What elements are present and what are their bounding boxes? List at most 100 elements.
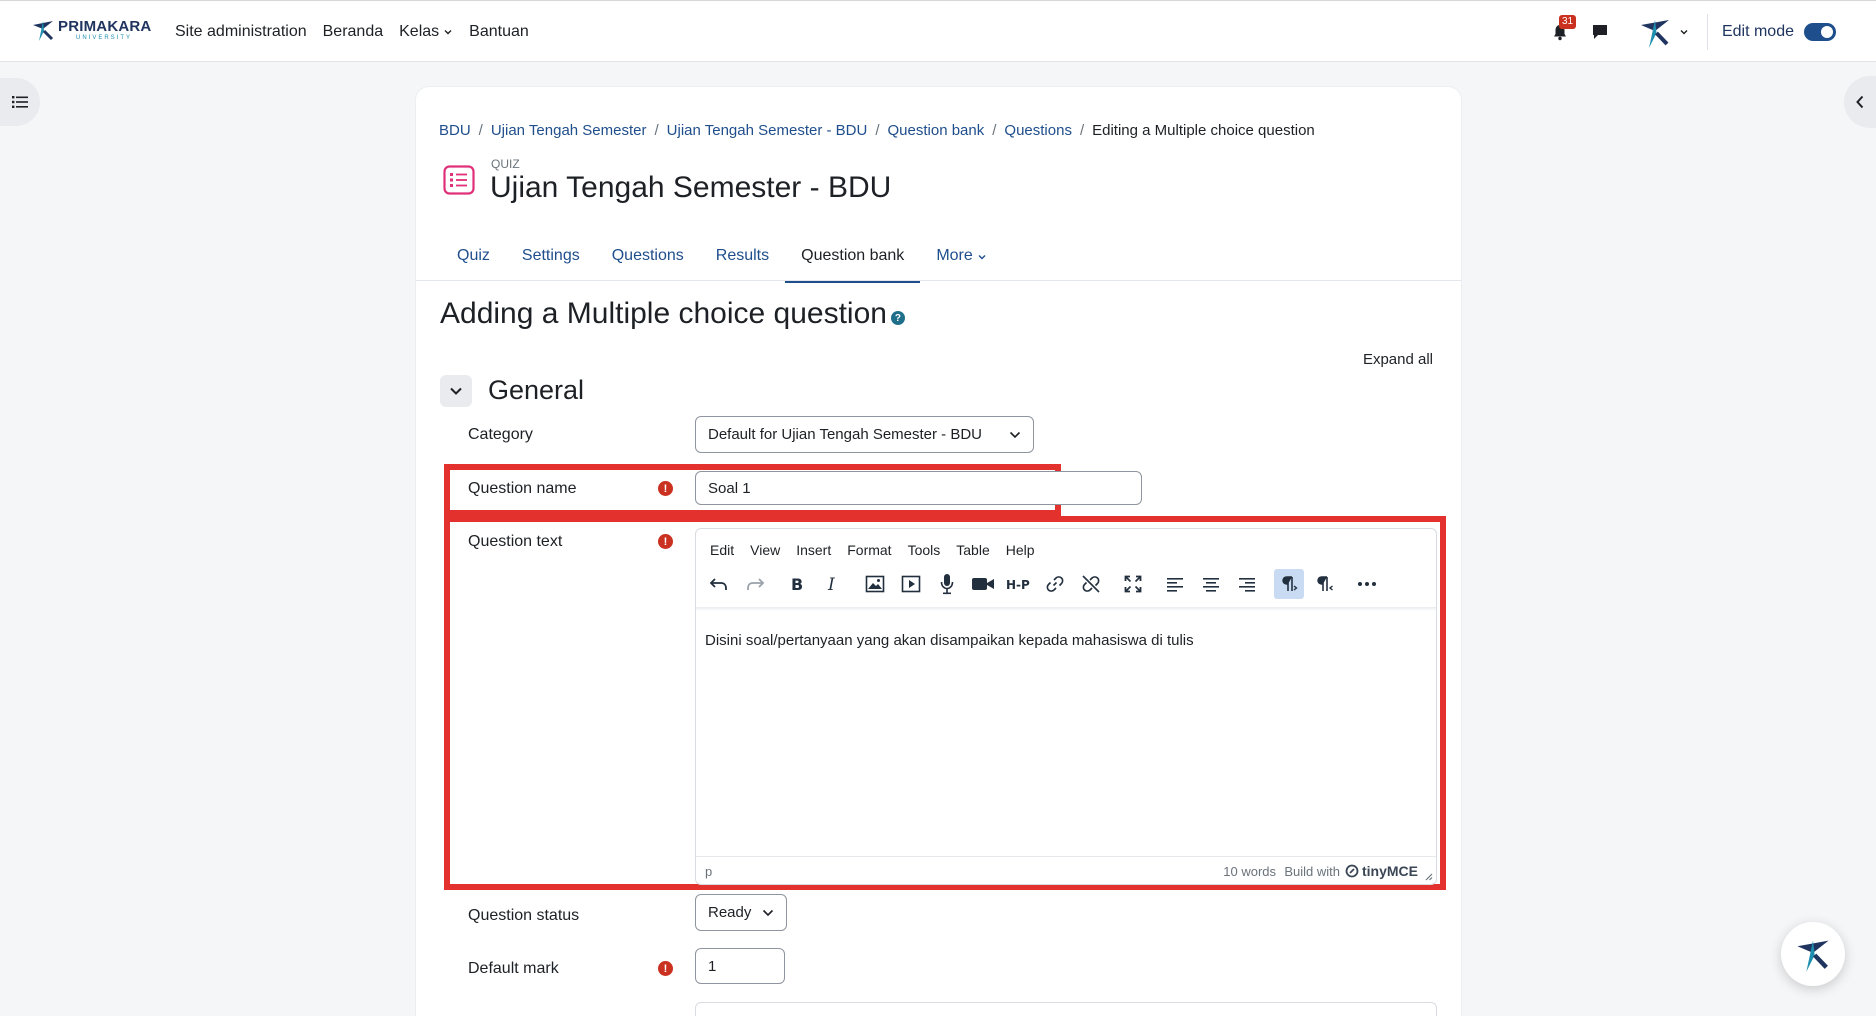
breadcrumb-quiz[interactable]: Ujian Tengah Semester - BDU (667, 122, 868, 139)
unlink-button[interactable] (1076, 569, 1106, 599)
tinymce-brand-name: tinyMCE (1362, 863, 1418, 879)
align-right-icon (1239, 578, 1255, 592)
nav-kelas-label: Kelas (399, 23, 440, 40)
record-video-button[interactable] (968, 569, 998, 599)
italic-button[interactable]: I (818, 569, 848, 599)
align-right-button[interactable] (1232, 569, 1262, 599)
microphone-icon (940, 574, 954, 595)
breadcrumb-separator: / (478, 122, 483, 139)
required-icon: ! (658, 534, 673, 549)
required-icon: ! (658, 961, 673, 976)
next-field-editor-partial (695, 1002, 1437, 1016)
brand-sub: UNIVERSITY (76, 35, 133, 41)
breadcrumb-questions[interactable]: Questions (1004, 122, 1072, 139)
breadcrumb-bdu[interactable]: BDU (439, 122, 471, 139)
help-icon[interactable]: ? (890, 311, 905, 325)
editor-menu-edit[interactable]: Edit (702, 537, 742, 563)
rtl-direction-button[interactable] (1310, 569, 1340, 599)
ltr-direction-button[interactable] (1274, 569, 1304, 599)
redo-button[interactable] (740, 569, 770, 599)
general-section-title: General (488, 375, 585, 405)
floating-assistant-button[interactable] (1781, 922, 1845, 986)
record-audio-button[interactable] (932, 569, 962, 599)
resize-handle-icon[interactable] (1424, 872, 1433, 881)
tab-results[interactable]: Results (700, 237, 785, 283)
element-path[interactable]: p (705, 864, 712, 879)
general-collapse-button[interactable] (440, 375, 472, 407)
required-icon: ! (658, 481, 673, 496)
course-index-drawer-toggle[interactable] (0, 78, 40, 126)
chevron-down-icon (762, 909, 774, 916)
edit-mode-switch[interactable] (1804, 23, 1836, 41)
breadcrumb-current: Editing a Multiple choice question (1092, 122, 1315, 139)
tab-question-bank[interactable]: Question bank (785, 237, 921, 283)
tab-more-label: More (936, 247, 973, 264)
h5p-button[interactable]: H-P (1004, 569, 1034, 599)
editor-menu-help[interactable]: Help (998, 537, 1043, 563)
undo-icon (709, 578, 727, 590)
align-center-button[interactable] (1196, 569, 1226, 599)
editor-menu-format[interactable]: Format (839, 537, 899, 563)
more-horizontal-icon (1358, 582, 1376, 586)
tinymce-branding[interactable]: Build with tinyMCE (1284, 863, 1418, 879)
category-label: Category (468, 426, 533, 443)
tab-settings[interactable]: Settings (506, 237, 596, 283)
question-status-select[interactable]: Ready (695, 894, 787, 931)
edit-mode-toggle[interactable]: Edit mode (1722, 23, 1836, 41)
page-title: Ujian Tengah Semester - BDU (490, 171, 892, 204)
default-mark-label: Default mark (468, 960, 559, 977)
fullscreen-button[interactable] (1118, 569, 1148, 599)
undo-button[interactable] (704, 569, 734, 599)
editor-menu-insert[interactable]: Insert (788, 537, 839, 563)
form-heading: Adding a Multiple choice question ? (440, 297, 905, 331)
image-icon (865, 575, 885, 593)
question-name-input[interactable] (695, 471, 1142, 505)
default-mark-input[interactable] (695, 948, 785, 984)
form-heading-text: Adding a Multiple choice question (440, 297, 887, 330)
link-button[interactable] (1040, 569, 1070, 599)
primary-nav: Site administration Beranda Kelas Bantua… (175, 1, 545, 63)
breadcrumb-ujian-tengah-semester[interactable]: Ujian Tengah Semester (491, 122, 647, 139)
messages-button[interactable] (1591, 23, 1609, 41)
brand-logo[interactable]: PRIMAKARA UNIVERSITY (30, 17, 151, 43)
italic-icon: I (827, 576, 835, 592)
breadcrumb-question-bank[interactable]: Question bank (888, 122, 985, 139)
editor-menu-view[interactable]: View (742, 537, 788, 563)
word-count[interactable]: 10 words (1223, 864, 1276, 879)
unlink-icon (1082, 575, 1100, 593)
align-left-button[interactable] (1160, 569, 1190, 599)
editor-content-area[interactable]: Disini soal/pertanyaan yang akan disampa… (705, 632, 1194, 649)
link-icon (1046, 576, 1064, 592)
category-select[interactable]: Default for Ujian Tengah Semester - BDU (695, 416, 1034, 453)
tinymce-logo-icon (1345, 864, 1359, 878)
nav-kelas[interactable]: Kelas (399, 23, 453, 41)
nav-beranda[interactable]: Beranda (323, 23, 384, 41)
editor-menu-tools[interactable]: Tools (900, 537, 949, 563)
nav-bantuan[interactable]: Bantuan (469, 23, 529, 41)
editor-menu-table[interactable]: Table (948, 537, 997, 563)
align-left-icon (1167, 578, 1183, 592)
tab-questions[interactable]: Questions (596, 237, 700, 283)
editor-statusbar: p 10 words Build with tinyMCE (696, 856, 1436, 884)
more-toolbar-button[interactable] (1352, 569, 1382, 599)
nav-site-administration[interactable]: Site administration (175, 23, 307, 41)
paragraph-rtl-icon (1317, 576, 1333, 591)
insert-image-button[interactable] (860, 569, 890, 599)
chevron-down-icon (450, 387, 462, 395)
notifications-button[interactable]: 31 (1551, 15, 1577, 41)
toolbar-shadow (696, 607, 1436, 611)
tab-more[interactable]: More (920, 237, 1002, 283)
question-name-label: Question name (468, 480, 577, 497)
block-drawer-toggle[interactable] (1844, 76, 1876, 128)
secondary-nav-tabs: Quiz Settings Questions Results Question… (441, 237, 1003, 283)
primakara-logo-icon (1797, 940, 1829, 972)
user-menu-button[interactable] (1637, 14, 1689, 50)
insert-media-button[interactable] (896, 569, 926, 599)
expand-all-link[interactable]: Expand all (1363, 351, 1433, 368)
redo-icon (747, 578, 765, 590)
bold-button[interactable]: B (782, 569, 812, 599)
breadcrumb-separator: / (992, 122, 997, 139)
module-type-label: QUIZ (491, 157, 520, 171)
category-selected-value: Default for Ujian Tengah Semester - BDU (708, 426, 983, 443)
tab-quiz[interactable]: Quiz (441, 237, 506, 283)
